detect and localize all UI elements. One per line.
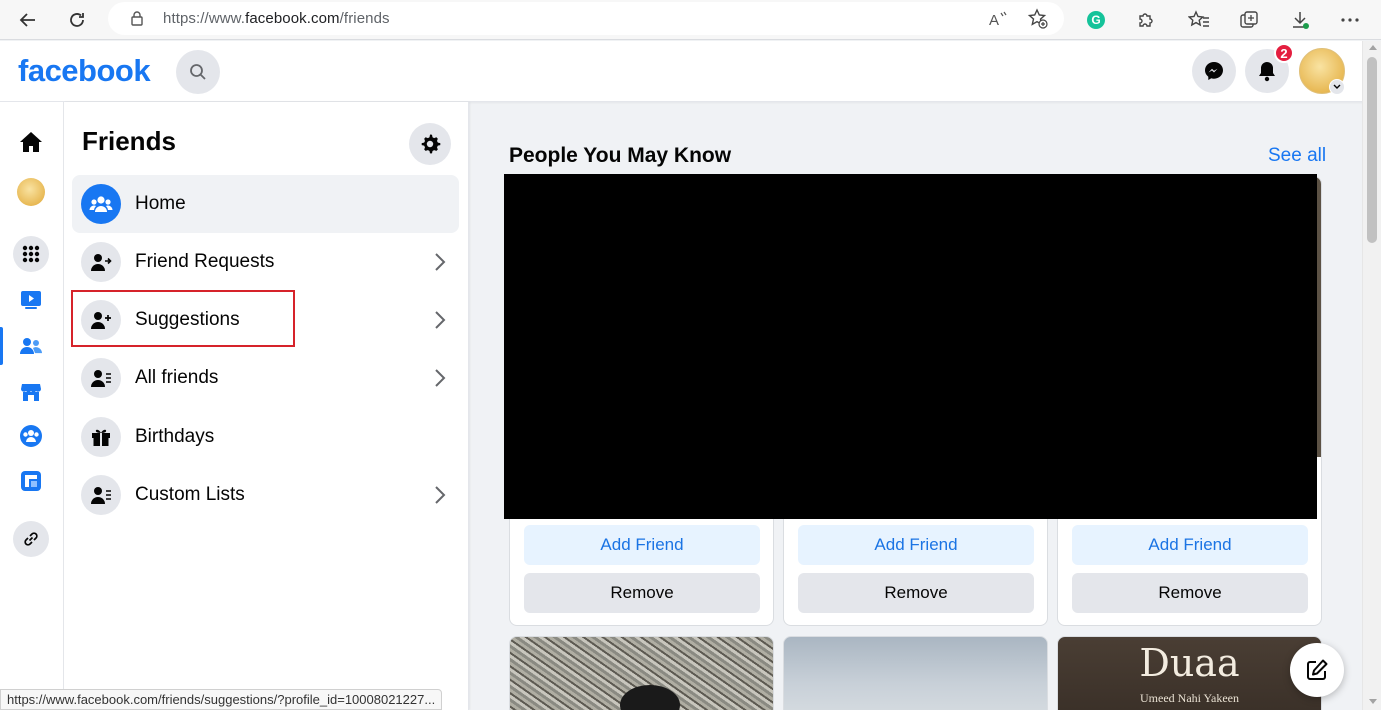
favorite-star-add-icon[interactable]	[1026, 7, 1050, 31]
link-icon[interactable]	[12, 520, 50, 558]
sidebar-item-birthdays[interactable]: Birthdays	[72, 408, 459, 466]
browser-toolbar: https://www.facebook.com/friends A G	[0, 0, 1381, 40]
sidebar-item-label: Home	[135, 193, 186, 214]
menu-grid-icon[interactable]	[12, 235, 50, 273]
friends-sidebar: Friends Home Friend Requests Suggestions…	[64, 102, 469, 710]
status-bar-url: https://www.facebook.com/friends/suggest…	[0, 689, 443, 710]
scroll-down-arrow[interactable]	[1369, 699, 1377, 704]
see-all-link[interactable]: See all	[1268, 145, 1326, 167]
friends-icon[interactable]	[12, 327, 50, 365]
add-friend-button[interactable]: Add Friend	[524, 525, 760, 565]
chevron-down-icon[interactable]	[1329, 79, 1345, 95]
gear-icon[interactable]	[409, 123, 451, 165]
remove-button[interactable]: Remove	[1072, 573, 1308, 613]
sidebar-item-label: Custom Lists	[135, 484, 245, 505]
scroll-up-arrow[interactable]	[1369, 45, 1377, 50]
remove-button[interactable]: Remove	[798, 573, 1034, 613]
feeds-icon[interactable]	[12, 462, 50, 500]
sidebar-item-home[interactable]: Home	[72, 175, 459, 233]
downloads-icon[interactable]	[1286, 6, 1314, 34]
suggestions-highlight-box	[71, 290, 295, 347]
suggestion-card-photo[interactable]	[509, 636, 774, 710]
sidebar-item-all-friends[interactable]: All friends	[72, 349, 459, 407]
chevron-right-icon	[428, 250, 452, 274]
add-friend-button[interactable]: Add Friend	[798, 525, 1034, 565]
marketplace-icon[interactable]	[12, 373, 50, 411]
messenger-icon[interactable]	[1192, 49, 1236, 93]
card-image-title: Duaa	[1139, 641, 1240, 685]
page-title: Friends	[82, 126, 176, 156]
sidebar-item-custom-lists[interactable]: Custom Lists	[72, 466, 459, 524]
profile-rail-avatar[interactable]	[12, 173, 50, 211]
facebook-logo[interactable]: facebook	[18, 53, 151, 89]
sidebar-item-label: Birthdays	[135, 426, 215, 447]
friend-request-icon	[81, 242, 121, 282]
lock-icon	[130, 10, 144, 31]
extensions-icon[interactable]	[1132, 6, 1160, 34]
chevron-right-icon	[428, 366, 452, 390]
refresh-icon[interactable]	[63, 6, 91, 34]
address-bar[interactable]: https://www.facebook.com/friends A	[108, 2, 1064, 35]
new-message-button[interactable]	[1290, 643, 1344, 697]
notification-badge: 2	[1274, 43, 1294, 63]
rail-active-indicator	[0, 327, 3, 365]
grammarly-icon[interactable]: G	[1082, 6, 1110, 34]
read-aloud-icon[interactable]: A	[986, 7, 1010, 31]
scroll-thumb[interactable]	[1367, 57, 1377, 243]
page-scrollbar[interactable]	[1362, 41, 1381, 710]
search-icon[interactable]	[176, 50, 220, 94]
back-icon[interactable]	[14, 6, 42, 34]
home-icon[interactable]	[12, 123, 50, 161]
sidebar-item-label: All friends	[135, 367, 219, 388]
facebook-header: facebook 2	[0, 41, 1381, 102]
suggestion-card-photo[interactable]: Duaa Umeed Nahi Yakeen	[1057, 636, 1322, 710]
left-navigation-rail	[0, 102, 64, 710]
friends-list-icon	[81, 358, 121, 398]
sidebar-item-friend-requests[interactable]: Friend Requests	[72, 233, 459, 291]
groups-icon[interactable]	[12, 417, 50, 455]
collections-icon[interactable]	[1235, 6, 1263, 34]
custom-list-icon	[81, 475, 121, 515]
suggestion-card-photo[interactable]	[783, 636, 1048, 710]
section-title: People You May Know	[509, 144, 732, 167]
more-menu-icon[interactable]	[1336, 6, 1364, 34]
redacted-area	[504, 174, 1317, 519]
chevron-right-icon	[428, 483, 452, 507]
chevron-right-icon	[428, 308, 452, 332]
add-friend-button[interactable]: Add Friend	[1072, 525, 1308, 565]
watch-video-icon[interactable]	[12, 281, 50, 319]
gift-icon	[81, 417, 121, 457]
compose-icon	[1307, 659, 1328, 680]
remove-button[interactable]: Remove	[524, 573, 760, 613]
url-text: https://www.facebook.com/friends	[163, 10, 390, 27]
sidebar-item-label: Friend Requests	[135, 251, 275, 272]
friends-home-icon	[81, 184, 121, 224]
favorites-icon[interactable]	[1185, 6, 1213, 34]
svg-text:A: A	[989, 12, 999, 28]
card-image-subtitle: Umeed Nahi Yakeen	[1140, 691, 1239, 705]
